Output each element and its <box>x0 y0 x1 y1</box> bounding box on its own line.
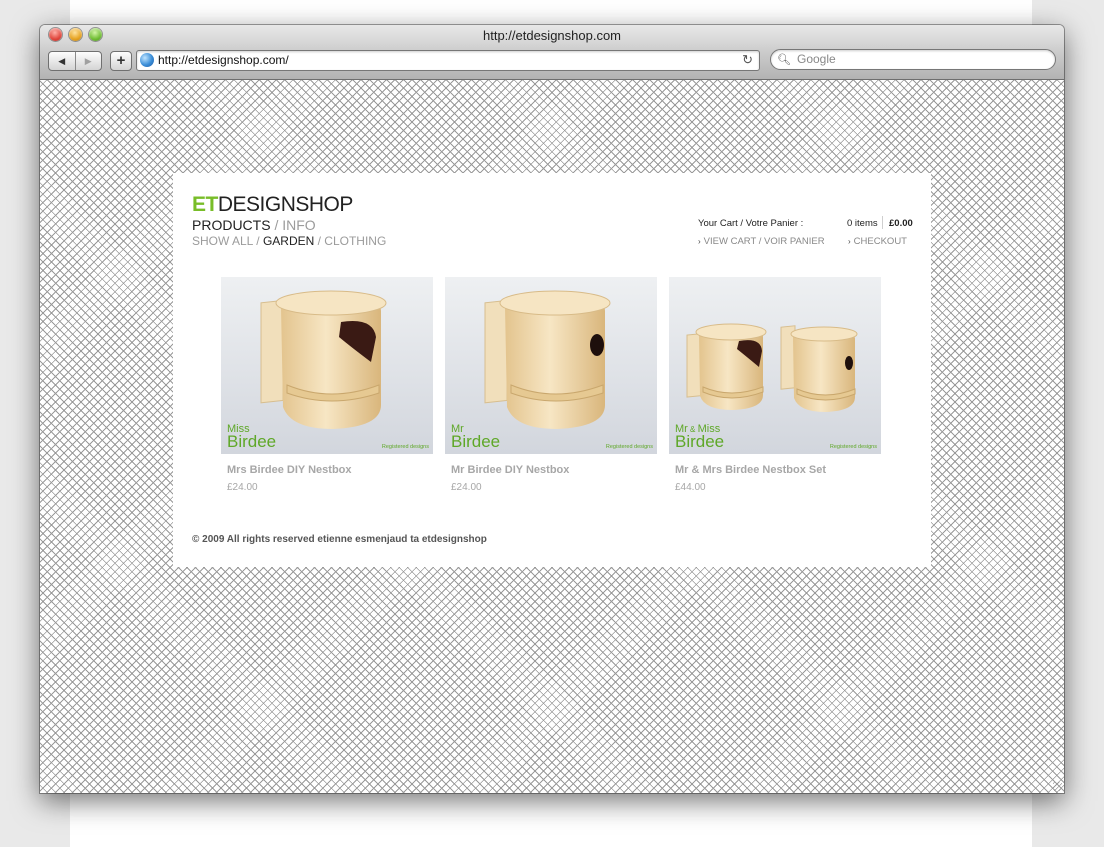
brand-big-text: Birdee <box>675 432 725 451</box>
view-cart-label: VIEW CART / VOIR PANIER <box>703 236 825 247</box>
address-bar[interactable]: http://etdesignshop.com/ ↻ <box>136 50 760 71</box>
brand-big-text: Birdee <box>227 432 277 451</box>
main-nav: PRODUCTS / INFO <box>192 217 316 233</box>
add-bookmark-button[interactable]: + <box>110 51 132 71</box>
logo-designshop: DESIGNSHOP <box>217 193 354 216</box>
browser-window: http://etdesignshop.com ◀ ▶ + http://etd… <box>40 25 1064 793</box>
window-title: http://etdesignshop.com <box>482 28 622 43</box>
search-field[interactable]: 🔍︎ Google <box>770 49 1056 70</box>
site-globe-icon <box>140 53 154 67</box>
product-name[interactable]: Mrs Birdee DIY Nestbox <box>221 464 433 476</box>
logo-et: ET <box>192 193 218 216</box>
shop-panel: ETDESIGNSHOP PRODUCTS / INFO SHOW ALL / … <box>173 173 931 567</box>
product-card[interactable]: Mr & Miss Birdee Registered designs Mr &… <box>669 277 881 493</box>
forward-arrow-icon: ▶ <box>84 55 92 66</box>
nestbox-illustration <box>484 290 611 429</box>
back-button[interactable]: ◀ <box>49 52 75 70</box>
product-price: £24.00 <box>451 482 482 493</box>
nav-products[interactable]: PRODUCTS <box>192 217 271 233</box>
subnav-separator: / <box>314 234 325 248</box>
nestbox-illustration <box>260 290 387 429</box>
product-image[interactable]: Mr Birdee Registered designs <box>445 277 657 454</box>
cart-label: Your Cart / Votre Panier : <box>698 218 804 229</box>
search-placeholder: Google <box>797 52 836 66</box>
search-icon[interactable]: 🔍︎ <box>777 53 791 66</box>
cart-items-count: 0 items <box>847 218 878 229</box>
view-cart-link[interactable]: › VIEW CART / VOIR PANIER <box>698 236 825 247</box>
checkout-label: CHECKOUT <box>853 236 907 247</box>
site-logo[interactable]: ETDESIGNSHOP <box>192 193 353 217</box>
checkout-link[interactable]: › CHECKOUT <box>848 236 907 247</box>
arrow-right-icon: › <box>698 237 701 246</box>
product-image[interactable]: Miss Birdee Registered designs <box>221 277 433 454</box>
cart-divider <box>882 216 883 229</box>
arrow-right-icon: › <box>848 237 851 246</box>
back-forward-group: ◀ ▶ <box>48 51 102 71</box>
address-url[interactable]: http://etdesignshop.com/ <box>158 53 289 67</box>
nav-info[interactable]: INFO <box>282 217 315 233</box>
product-card[interactable]: Miss Birdee Registered designs Mrs Birde… <box>221 277 433 493</box>
browser-toolbar: http://etdesignshop.com ◀ ▶ + http://etd… <box>40 25 1064 80</box>
product-price: £24.00 <box>227 482 258 493</box>
subnav-show-all[interactable]: SHOW ALL <box>192 234 253 248</box>
nav-separator: / <box>270 217 283 233</box>
registered-designs-text: Registered designs <box>829 444 877 450</box>
forward-button[interactable]: ▶ <box>74 52 102 70</box>
reload-icon[interactable]: ↻ <box>742 52 753 68</box>
brand-big-text: Birdee <box>451 432 501 451</box>
product-price: £44.00 <box>675 482 706 493</box>
product-card[interactable]: Mr Birdee Registered designs Mr Birdee D… <box>445 277 657 493</box>
page-viewport: ETDESIGNSHOP PRODUCTS / INFO SHOW ALL / … <box>40 80 1064 793</box>
subnav-separator: / <box>252 234 263 248</box>
footer-copyright: © 2009 All rights reserved etienne esmen… <box>192 534 487 545</box>
registered-designs-text: Registered designs <box>381 444 429 450</box>
resize-grip[interactable] <box>1053 782 1062 791</box>
product-name[interactable]: Mr & Mrs Birdee Nestbox Set <box>669 464 881 476</box>
subnav-clothing[interactable]: CLOTHING <box>324 234 386 248</box>
back-arrow-icon: ◀ <box>58 55 66 66</box>
registered-designs-text: Registered designs <box>605 444 653 450</box>
product-image[interactable]: Mr & Miss Birdee Registered designs <box>669 277 881 454</box>
cart-total: £0.00 <box>889 218 913 229</box>
subnav-garden[interactable]: GARDEN <box>263 234 314 248</box>
sub-nav: SHOW ALL / GARDEN / CLOTHING <box>192 234 386 248</box>
product-name[interactable]: Mr Birdee DIY Nestbox <box>445 464 657 476</box>
